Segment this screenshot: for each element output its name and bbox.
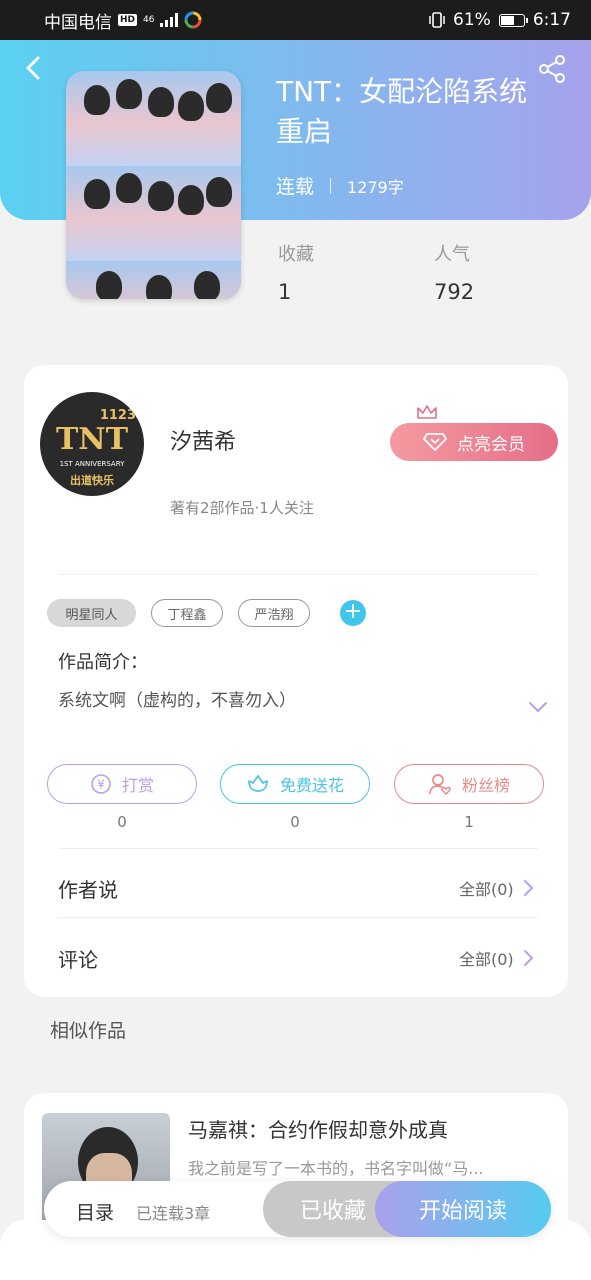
divider (330, 177, 332, 194)
author-name[interactable]: 汐茜希 (170, 424, 236, 456)
battery-icon (498, 13, 528, 27)
svg-text:¥: ¥ (97, 778, 105, 792)
tip-button[interactable]: ¥ 打赏 (47, 764, 197, 804)
avatar-caption: 出道快乐 (70, 474, 114, 487)
carrier-label: 中国电信 (44, 12, 112, 33)
favorites-label: 收藏 (278, 244, 314, 265)
favorites-stat: 收藏 1 (278, 240, 314, 304)
author-says-all-label: 全部(0) (459, 880, 514, 899)
add-tag-button[interactable]: + (340, 600, 366, 626)
tip-label: 打赏 (121, 776, 154, 795)
book-cover[interactable] (66, 71, 241, 299)
avatar-number: 1123 (99, 408, 136, 423)
chapter-count: 已连载3章 (136, 1204, 211, 1223)
author-avatar[interactable]: 1123 TNT 1ST ANNIVERSARY 出道快乐 (40, 392, 144, 496)
chevron-right-icon (523, 950, 533, 966)
signal-icon (160, 13, 179, 27)
popularity-label: 人气 (434, 244, 470, 265)
divider (58, 917, 538, 918)
favorites-value: 1 (278, 280, 292, 304)
comments-all-label: 全部(0) (459, 950, 514, 969)
book-title: TNT：女配沦陷系统重启 (276, 75, 528, 148)
serial-status: 连载 (276, 176, 315, 198)
avatar-logo: TNT (55, 422, 129, 457)
toc-button[interactable]: 目录 (76, 1198, 114, 1225)
flower-count: 0 (290, 813, 300, 831)
intro-label: 作品简介： (58, 652, 148, 673)
clock: 6:17 (532, 10, 571, 30)
similar-works-heading: 相似作品 (50, 1020, 127, 1042)
word-count: 1279字 (347, 177, 404, 197)
send-flower-label: 免费送花 (279, 776, 344, 795)
divider (58, 848, 538, 849)
author-says-all-link[interactable]: 全部(0) (459, 876, 534, 900)
battery-percent: 61% (453, 10, 491, 30)
popularity-stat: 人气 792 (434, 240, 474, 304)
vip-label: 点亮会员 (457, 434, 525, 455)
network-label: 46 (143, 14, 155, 25)
tag-item[interactable]: 明星同人 (47, 599, 136, 627)
book-status-line: 连载 1279字 (276, 172, 404, 199)
vip-button[interactable]: 点亮会员 (390, 423, 558, 461)
diamond-icon (423, 433, 447, 451)
fan-ranking-button[interactable]: 粉丝榜 (394, 764, 544, 804)
share-icon[interactable] (536, 54, 568, 84)
user-heart-icon (429, 774, 451, 796)
start-reading-button[interactable]: 开始阅读 (375, 1181, 551, 1237)
chevron-right-icon (523, 880, 533, 896)
chevron-down-icon[interactable] (528, 700, 548, 714)
vibrate-icon (429, 12, 445, 28)
similar-work-title[interactable]: 马嘉祺：合约作假却意外成真 (188, 1114, 448, 1143)
tip-count: 0 (117, 813, 127, 831)
tag-item[interactable]: 丁程鑫 (151, 599, 223, 627)
fan-ranking-label: 粉丝榜 (461, 776, 510, 795)
send-flower-button[interactable]: 免费送花 (220, 764, 370, 804)
back-button[interactable] (20, 54, 48, 82)
similar-work-desc: 我之前是写了一本书的，书名字叫做“马... (188, 1159, 484, 1178)
author-meta: 著有2部作品·1人关注 (170, 499, 314, 517)
author-says-label[interactable]: 作者说 (58, 874, 118, 903)
popularity-value: 792 (434, 280, 475, 304)
fan-count: 1 (464, 813, 474, 831)
crown-icon (417, 405, 437, 419)
comments-all-link[interactable]: 全部(0) (459, 946, 534, 970)
app-status-icon (184, 11, 202, 29)
flower-icon (248, 775, 268, 792)
divider (58, 574, 538, 575)
avatar-subtitle: 1ST ANNIVERSARY (59, 460, 125, 468)
intro-text: 系统文啊（虚构的，不喜勿入） (58, 691, 296, 711)
status-bar: 中国电信 HD 46 61% 6:17 (0, 0, 591, 40)
comments-label[interactable]: 评论 (58, 944, 98, 973)
hd-badge: HD (118, 14, 138, 26)
tag-item[interactable]: 严浩翔 (238, 599, 310, 627)
yen-coin-icon: ¥ (91, 774, 111, 794)
